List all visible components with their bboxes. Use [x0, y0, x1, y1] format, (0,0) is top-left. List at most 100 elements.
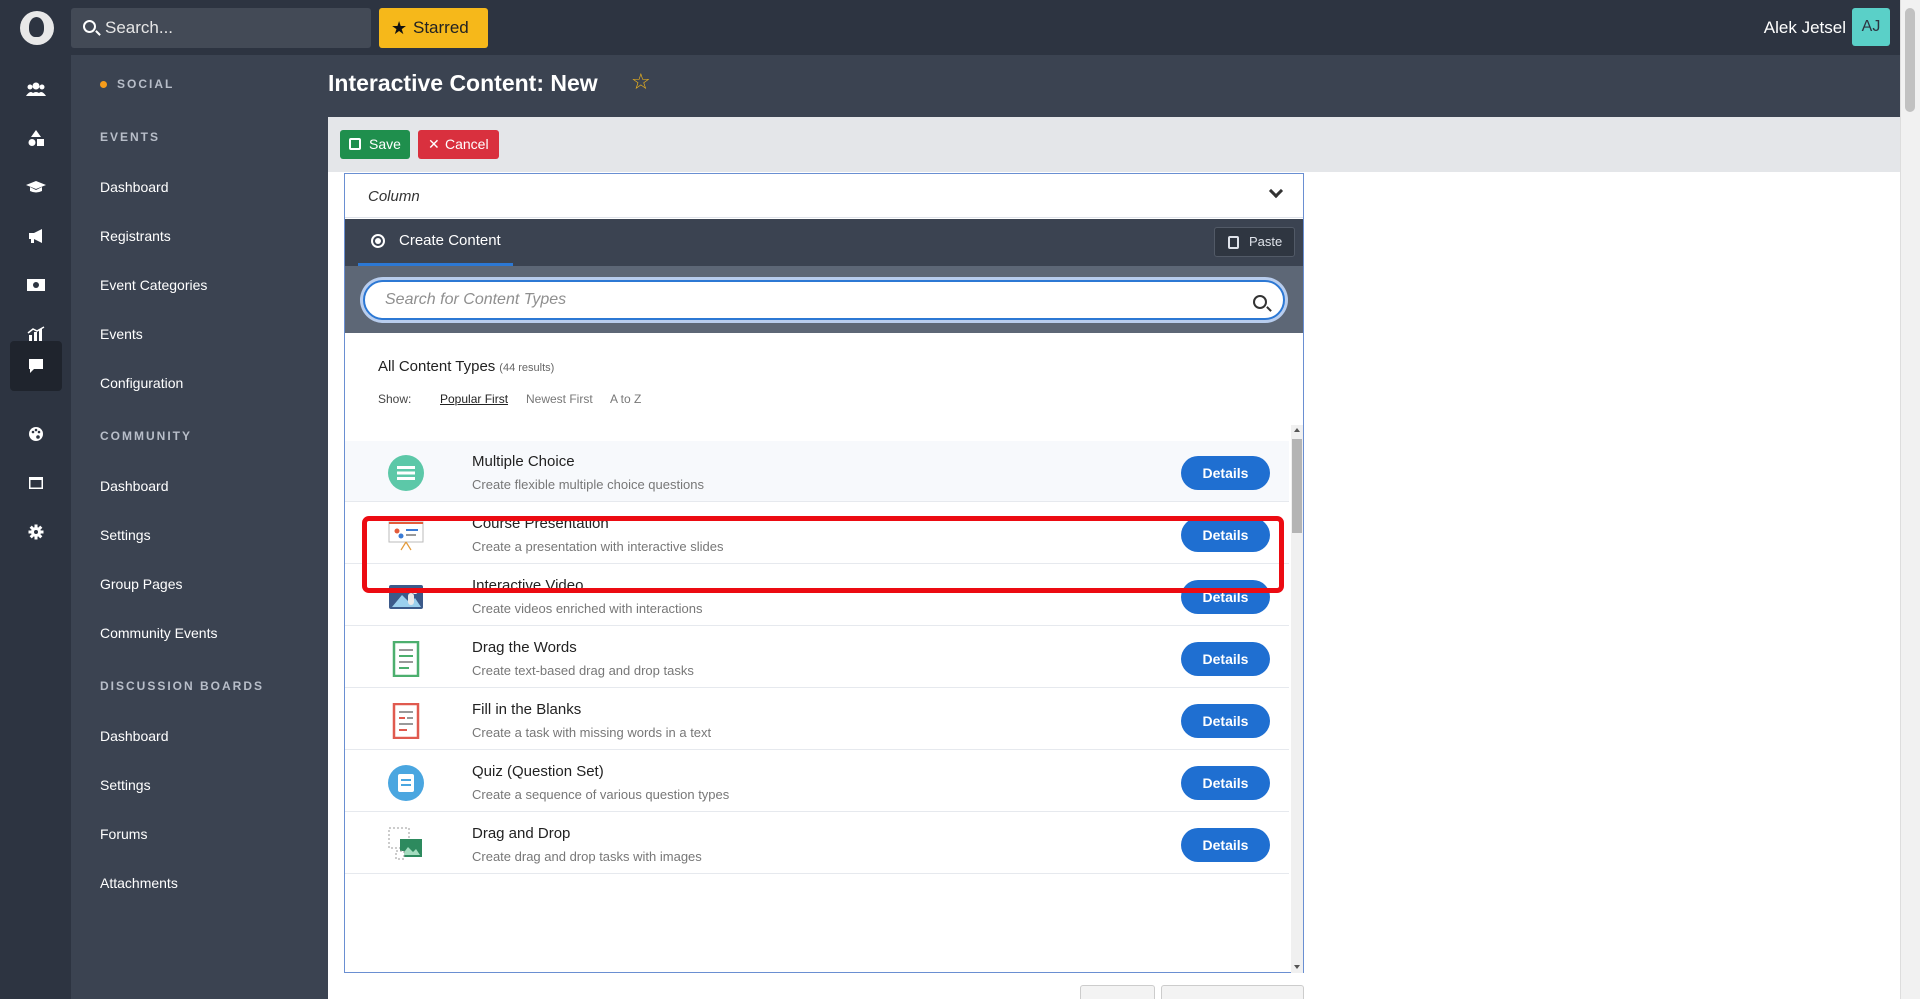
- save-label: Save: [369, 136, 401, 152]
- editor-tabbar: Create Content Paste: [345, 219, 1303, 266]
- nav-item-group-pages[interactable]: Group Pages: [100, 576, 183, 592]
- rail-window-icon[interactable]: [10, 458, 62, 508]
- chevron-down-icon[interactable]: [1268, 183, 1284, 199]
- content-type-desc: Create a sequence of various question ty…: [472, 787, 730, 802]
- sort-popular-first[interactable]: Popular First: [440, 392, 508, 406]
- nav-heading-discussion-boards: DISCUSSION BOARDS: [100, 679, 265, 693]
- nav-item-events-dashboard[interactable]: Dashboard: [100, 179, 169, 195]
- nav-item-community-events[interactable]: Community Events: [100, 625, 217, 641]
- rail-palette-icon[interactable]: [10, 409, 62, 459]
- favorite-star-icon[interactable]: ☆: [631, 69, 651, 95]
- copy-button[interactable]: [1080, 985, 1155, 999]
- details-button[interactable]: Details: [1181, 642, 1270, 676]
- content-type-name: Quiz (Question Set): [472, 763, 604, 780]
- starred-button[interactable]: ★ Starred: [379, 8, 488, 48]
- list-item[interactable]: Drag and Drop Create drag and drop tasks…: [345, 813, 1289, 874]
- paste-label: Paste: [1249, 234, 1283, 249]
- details-button[interactable]: Details: [1181, 456, 1270, 490]
- cancel-label: Cancel: [445, 136, 489, 152]
- quiz-icon: [388, 765, 424, 801]
- content-type-desc: Create text-based drag and drop tasks: [472, 663, 694, 678]
- nav-item-community-settings[interactable]: Settings: [100, 527, 151, 543]
- status-dot: [100, 81, 107, 89]
- column-label: Column: [368, 188, 420, 205]
- fill-blanks-icon: [392, 703, 420, 739]
- rail-shapes-icon[interactable]: [10, 113, 62, 163]
- list-scrollbar[interactable]: [1291, 425, 1303, 973]
- content-type-desc: Create a task with missing words in a te…: [472, 725, 712, 740]
- list-item[interactable]: Multiple Choice Create flexible multiple…: [345, 441, 1289, 502]
- list-item[interactable]: Quiz (Question Set) Create a sequence of…: [345, 751, 1289, 812]
- nav-sidebar: SOCIAL EVENTS Dashboard Registrants Even…: [71, 55, 328, 999]
- page-scroll-thumb[interactable]: [1905, 8, 1915, 112]
- global-search-label: Search...: [105, 18, 174, 37]
- list-item[interactable]: Fill in the Blanks Create a task with mi…: [345, 689, 1289, 750]
- nav-item-configuration[interactable]: Configuration: [100, 375, 183, 391]
- rail-gear-icon[interactable]: [10, 507, 62, 557]
- details-button[interactable]: Details: [1181, 518, 1270, 552]
- page-scrollbar[interactable]: [1900, 0, 1920, 999]
- nav-item-events[interactable]: Events: [100, 326, 143, 342]
- nav-item-registrants[interactable]: Registrants: [100, 228, 171, 244]
- content-type-desc: Create drag and drop tasks with images: [472, 849, 702, 864]
- app-logo-icon[interactable]: [20, 11, 54, 45]
- nav-item-event-categories[interactable]: Event Categories: [100, 277, 207, 293]
- top-bar: Search... ★ Starred Alek Jetsel AJ: [0, 0, 1920, 55]
- results-title-label: All Content Types: [378, 358, 496, 375]
- icon-rail: [0, 55, 71, 999]
- global-search-input[interactable]: Search...: [71, 8, 371, 48]
- nav-section-social[interactable]: SOCIAL: [100, 77, 174, 91]
- paste-replace-button[interactable]: [1161, 985, 1304, 999]
- nav-section-social-label: SOCIAL: [117, 77, 175, 91]
- save-button[interactable]: Save: [340, 130, 410, 159]
- results-count: (44 results): [499, 362, 555, 374]
- column-header[interactable]: Column: [345, 174, 1303, 218]
- details-button[interactable]: Details: [1181, 704, 1270, 738]
- video-icon: [389, 585, 423, 609]
- cancel-button[interactable]: ✕ Cancel: [418, 130, 499, 159]
- avatar[interactable]: AJ: [1852, 8, 1890, 46]
- list-item[interactable]: Interactive Video Create videos enriched…: [345, 565, 1289, 626]
- nav-heading-community: COMMUNITY: [100, 429, 192, 443]
- content-type-name: Drag and Drop: [472, 825, 571, 842]
- starred-label: Starred: [413, 18, 469, 37]
- details-button[interactable]: Details: [1181, 766, 1270, 800]
- rail-megaphone-icon[interactable]: [10, 211, 62, 261]
- close-icon: ✕: [428, 136, 440, 152]
- tab-create-content[interactable]: Create Content: [358, 219, 513, 266]
- content-type-desc: Create flexible multiple choice question…: [472, 477, 704, 492]
- details-button[interactable]: Details: [1181, 828, 1270, 862]
- radio-icon: [371, 234, 385, 248]
- sort-newest-first[interactable]: Newest First: [526, 392, 593, 406]
- user-name[interactable]: Alek Jetsel: [1764, 0, 1846, 55]
- sort-a-to-z[interactable]: A to Z: [610, 392, 641, 406]
- content-type-name: Fill in the Blanks: [472, 701, 582, 718]
- search-icon[interactable]: [1253, 295, 1267, 309]
- content-editor: Column Create Content Paste All Content …: [344, 173, 1304, 973]
- list-scroll-thumb[interactable]: [1292, 439, 1302, 533]
- content-type-name: Course Presentation: [472, 515, 609, 532]
- nav-item-boards-settings[interactable]: Settings: [100, 777, 151, 793]
- content-search-strip: [345, 266, 1303, 333]
- rail-graduation-cap-icon[interactable]: [10, 162, 62, 212]
- paste-button[interactable]: Paste: [1214, 227, 1295, 257]
- nav-item-boards-dashboard[interactable]: Dashboard: [100, 728, 169, 744]
- rail-chat-icon[interactable]: [10, 341, 62, 391]
- clipboard-icon: [1228, 236, 1239, 249]
- page-title: Interactive Content: New: [328, 70, 598, 96]
- nav-item-forums[interactable]: Forums: [100, 826, 147, 842]
- nav-item-community-dashboard[interactable]: Dashboard: [100, 478, 169, 494]
- results-header: All Content Types (44 results) Show: Popu…: [345, 333, 1303, 430]
- nav-item-attachments[interactable]: Attachments: [100, 875, 178, 891]
- content-type-search-input[interactable]: [363, 280, 1285, 320]
- rail-users-icon[interactable]: [10, 64, 62, 114]
- list-item[interactable]: Course Presentation Create a presentatio…: [345, 503, 1289, 564]
- nav-heading-events: EVENTS: [100, 130, 161, 144]
- content-type-list: Multiple Choice Create flexible multiple…: [345, 441, 1289, 971]
- scroll-down-icon[interactable]: [1294, 965, 1300, 969]
- details-button[interactable]: Details: [1181, 580, 1270, 614]
- drag-drop-icon: [388, 827, 422, 860]
- scroll-up-icon[interactable]: [1294, 428, 1300, 432]
- rail-money-icon[interactable]: [10, 260, 62, 310]
- list-item[interactable]: Drag the Words Create text-based drag an…: [345, 627, 1289, 688]
